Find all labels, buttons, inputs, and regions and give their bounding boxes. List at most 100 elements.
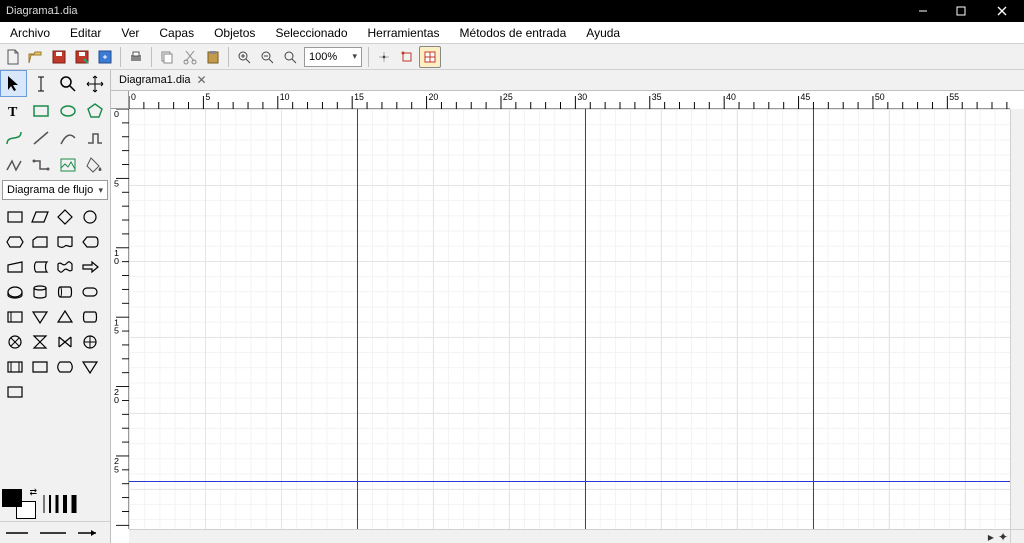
shape-document[interactable] <box>52 229 77 254</box>
tool-fill[interactable] <box>81 151 108 178</box>
shape-triangle-up[interactable] <box>52 304 77 329</box>
shape-database[interactable] <box>27 279 52 304</box>
tool-polygon[interactable] <box>81 97 108 124</box>
tool-arc[interactable] <box>54 124 81 151</box>
tool-ellipse[interactable] <box>54 97 81 124</box>
export-button[interactable] <box>94 46 116 68</box>
tool-polyline[interactable] <box>81 124 108 151</box>
zoom-fit-button[interactable] <box>279 46 301 68</box>
horizontal-scrollbar[interactable]: ▸ ✦ <box>129 529 1010 543</box>
snap-grid-button[interactable] <box>419 46 441 68</box>
ruler-vertical[interactable]: 0510152025 <box>111 109 129 529</box>
shape-card[interactable] <box>27 229 52 254</box>
shape-rectangle-empty[interactable] <box>2 379 27 404</box>
shape-diamond[interactable] <box>52 204 77 229</box>
shape-arrow[interactable] <box>77 254 102 279</box>
tool-pointer[interactable] <box>0 70 27 97</box>
shape-circle[interactable] <box>77 204 102 229</box>
drawing-canvas[interactable] <box>129 109 1010 529</box>
shape-library-combo[interactable]: Diagrama de flujo ▾ <box>2 180 108 200</box>
open-button[interactable] <box>25 46 47 68</box>
shape-triangle-outline[interactable] <box>77 354 102 379</box>
toolbar: 100% ▾ <box>0 44 1024 70</box>
shape-rectangle[interactable] <box>2 204 27 229</box>
foreground-color-swatch[interactable] <box>2 489 22 507</box>
shape-storage[interactable] <box>77 304 102 329</box>
zoom-in-button[interactable] <box>233 46 255 68</box>
shape-stored-data[interactable] <box>27 254 52 279</box>
new-button[interactable] <box>2 46 24 68</box>
window-maximize-button[interactable] <box>942 0 980 22</box>
vertical-guide[interactable] <box>813 109 814 529</box>
menu-input[interactable]: Métodos de entrada <box>450 22 577 43</box>
menu-help[interactable]: Ayuda <box>576 22 630 43</box>
svg-text:0: 0 <box>114 395 119 405</box>
zoom-combo[interactable]: 100% ▾ <box>304 47 362 67</box>
shape-oval[interactable] <box>77 279 102 304</box>
shape-bowtie[interactable] <box>52 329 77 354</box>
zoom-out-button[interactable] <box>256 46 278 68</box>
tool-image[interactable] <box>54 151 81 178</box>
shape-rect-vbar[interactable] <box>2 304 27 329</box>
line-width-preview[interactable] <box>40 492 78 516</box>
window-close-button[interactable] <box>980 0 1024 22</box>
snap-point-button[interactable] <box>373 46 395 68</box>
menu-file[interactable]: Archivo <box>0 22 60 43</box>
vertical-guide[interactable] <box>357 109 358 529</box>
tool-text-cursor[interactable] <box>27 70 54 97</box>
menu-view[interactable]: Ver <box>111 22 149 43</box>
document-tab[interactable]: Diagrama1.dia ✕ <box>111 72 213 88</box>
scroll-right-icon[interactable]: ▸ <box>988 530 994 543</box>
tool-move[interactable] <box>81 70 108 97</box>
tool-magnify[interactable] <box>54 70 81 97</box>
paste-button[interactable] <box>202 46 224 68</box>
tool-connector[interactable] <box>27 151 54 178</box>
shape-brackets-rect[interactable] <box>2 354 27 379</box>
foreground-background-swatch[interactable]: ⇄ <box>2 489 36 519</box>
menu-selected[interactable]: Seleccionado <box>265 22 357 43</box>
ruler-horizontal[interactable]: 0510152025303540455055 <box>129 91 1010 109</box>
cut-button[interactable] <box>179 46 201 68</box>
close-tab-icon[interactable]: ✕ <box>197 75 207 85</box>
shape-drum[interactable] <box>52 279 77 304</box>
window-titlebar: Diagrama1.dia <box>0 0 1024 22</box>
scroll-end-icon[interactable]: ✦ <box>998 530 1008 543</box>
tool-bezier[interactable] <box>0 124 27 151</box>
menu-layers[interactable]: Capas <box>149 22 204 43</box>
save-as-button[interactable] <box>71 46 93 68</box>
shape-hexagon[interactable] <box>2 229 27 254</box>
new-file-icon <box>5 49 21 65</box>
shape-bracket-round[interactable] <box>52 354 77 379</box>
vertical-scrollbar[interactable] <box>1010 109 1024 529</box>
tool-line[interactable] <box>27 124 54 151</box>
tool-zigzag[interactable] <box>0 151 27 178</box>
swap-colors-icon[interactable]: ⇄ <box>29 487 37 498</box>
menu-objects[interactable]: Objetos <box>204 22 265 43</box>
shape-parallelogram[interactable] <box>27 204 52 229</box>
shape-crossed-circle[interactable] <box>2 329 27 354</box>
shape-box-open[interactable] <box>27 354 52 379</box>
svg-text:50: 50 <box>875 92 885 102</box>
shape-display[interactable] <box>77 229 102 254</box>
menu-edit[interactable]: Editar <box>60 22 111 43</box>
save-button[interactable] <box>48 46 70 68</box>
line-start-style[interactable] <box>4 528 30 538</box>
shape-tape[interactable] <box>52 254 77 279</box>
shape-cylinder[interactable] <box>2 279 27 304</box>
copy-button[interactable] <box>156 46 178 68</box>
snap-object-button[interactable] <box>396 46 418 68</box>
line-style[interactable] <box>38 528 68 538</box>
shape-circle-plus[interactable] <box>77 329 102 354</box>
toolbar-separator <box>120 47 121 67</box>
shape-triangle-down[interactable] <box>27 304 52 329</box>
vertical-guide[interactable] <box>585 109 586 529</box>
line-end-style[interactable] <box>76 528 102 538</box>
print-button[interactable] <box>125 46 147 68</box>
window-minimize-button[interactable] <box>904 0 942 22</box>
shape-manual-input[interactable] <box>2 254 27 279</box>
shape-hourglass[interactable] <box>27 329 52 354</box>
menu-tools[interactable]: Herramientas <box>358 22 450 43</box>
tool-text[interactable]: T <box>0 97 27 124</box>
tool-rectangle[interactable] <box>27 97 54 124</box>
horizontal-guide[interactable] <box>129 481 1010 482</box>
